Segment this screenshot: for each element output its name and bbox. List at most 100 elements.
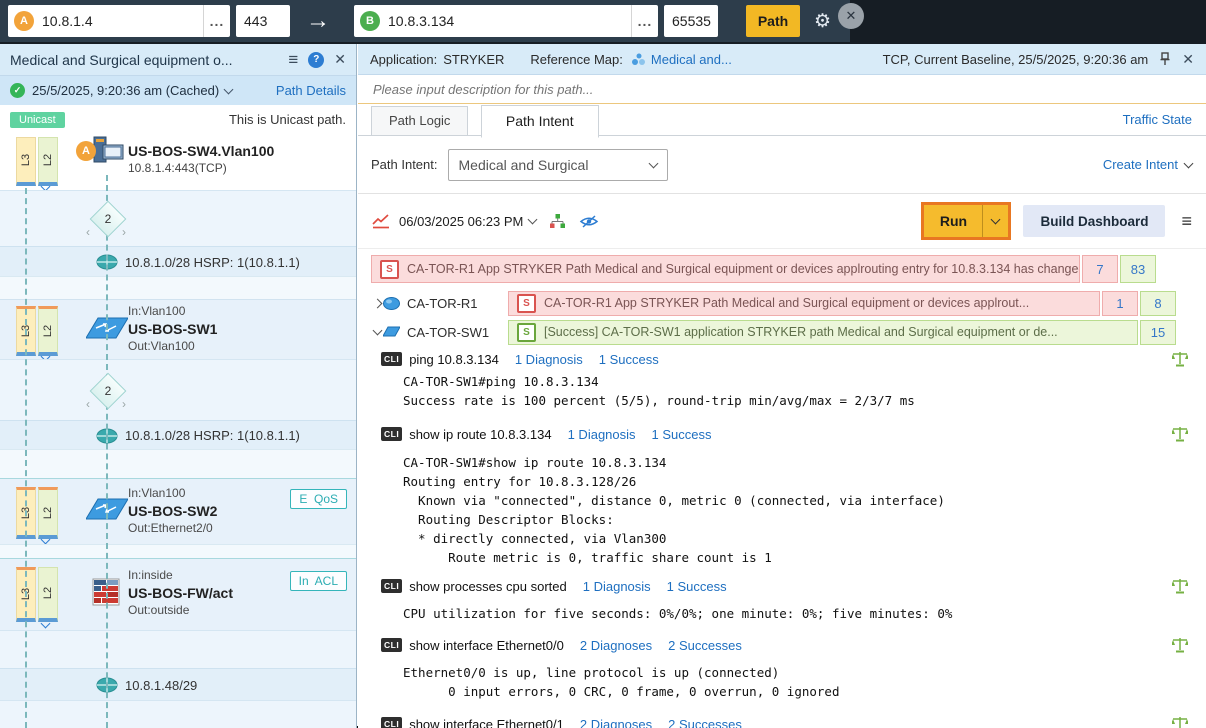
run-dropdown-button[interactable] — [983, 205, 1008, 237]
device-row-1[interactable]: L3 L2 A US-BOS-SW4.Vlan100 10.8.1.4:443(… — [0, 133, 356, 190]
tab-path-intent[interactable]: Path Intent — [481, 105, 599, 138]
compare-scale-icon[interactable] — [1172, 716, 1188, 728]
device-name[interactable]: US-BOS-SW2 — [128, 502, 217, 520]
success-count[interactable]: 83 — [1120, 255, 1156, 283]
description-input[interactable] — [371, 81, 1138, 98]
path-intent-value: Medical and Surgical — [459, 157, 589, 173]
l2-tab[interactable]: L2 — [38, 567, 58, 622]
close-panel-icon[interactable]: ✕ — [1182, 51, 1194, 68]
cli-command-row: CLI ping 10.8.3.134 1 Diagnosis 1 Succes… — [381, 349, 1194, 369]
endpoint-b-input[interactable]: B 10.8.3.134 ... — [354, 5, 658, 37]
path-query-bar: A 10.8.1.4 ... 443 → B 10.8.3.134 ... 65… — [0, 0, 850, 42]
cli-command: show ip route 10.8.3.134 — [409, 427, 551, 442]
unicast-row: Unicast This is Unicast path. — [0, 105, 356, 135]
network-row-2[interactable]: 10.8.1.0/28 HSRP: 1(10.8.1.1) — [0, 420, 356, 450]
l3-tab[interactable]: L3 — [16, 137, 36, 186]
device-tree-row[interactable]: CA-TOR-R1 S CA-TOR-R1 App STRYKER Path M… — [371, 290, 1206, 316]
device-alert-bar[interactable]: S CA-TOR-R1 App STRYKER Path Medical and… — [508, 291, 1176, 316]
cli-command-row: CLI show interface Ethernet0/1 2 Diagnos… — [381, 714, 1194, 728]
port-a-input[interactable]: 443 — [236, 5, 290, 37]
compare-scale-icon[interactable] — [1172, 578, 1188, 594]
eye-hide-icon[interactable] — [579, 214, 599, 229]
l2-tab[interactable]: L2 — [38, 487, 58, 539]
path-line-l3 — [25, 188, 27, 728]
path-line-main — [106, 175, 108, 728]
alert-count[interactable]: 1 — [1102, 291, 1138, 316]
tree-device-name[interactable]: CA-TOR-SW1 — [407, 325, 489, 340]
hierarchy-icon[interactable] — [550, 214, 565, 229]
tab-path-logic[interactable]: Path Logic — [371, 106, 468, 136]
success-link[interactable]: 2 Successes — [668, 717, 742, 728]
device-row-3[interactable]: L3 L2 In:Vlan100 US-BOS-SW2 Out:Ethernet… — [0, 478, 356, 545]
path-timestamp[interactable]: 25/5/2025, 9:20:36 am (Cached) — [32, 83, 219, 98]
diagnosis-link[interactable]: 1 Diagnosis — [583, 579, 651, 594]
l2-tab[interactable]: L2 — [38, 306, 58, 356]
source-a-badge: A — [76, 141, 96, 161]
reference-map-link[interactable]: Medical and... — [651, 52, 732, 67]
device-name[interactable]: US-BOS-SW4.Vlan100 — [128, 142, 274, 160]
endpoint-b-more-button[interactable]: ... — [631, 5, 658, 37]
path-map-panel: Medical and Surgical equipment o... ≡ ? … — [0, 44, 357, 728]
diagnosis-link[interactable]: 1 Diagnosis — [515, 352, 583, 367]
device-row-4[interactable]: L3 L2 In:inside US-BOS-FW/act Out:outsid… — [0, 558, 356, 631]
unicast-badge: Unicast — [10, 112, 65, 128]
device-name[interactable]: US-BOS-FW/act — [128, 584, 233, 602]
menu-icon[interactable]: ≡ — [288, 50, 298, 70]
create-intent-link[interactable]: Create Intent — [1103, 157, 1192, 172]
endpoint-a-input[interactable]: A 10.8.1.4 ... — [8, 5, 230, 37]
path-intent-select[interactable]: Medical and Surgical — [448, 149, 668, 181]
run-button[interactable]: Run — [924, 205, 1008, 237]
endpoint-b-badge: B — [360, 11, 380, 31]
close-query-icon[interactable]: ✕ — [838, 3, 864, 29]
more-menu-icon[interactable]: ≡ — [1181, 211, 1192, 232]
success-link[interactable]: 1 Success — [599, 352, 659, 367]
acl-tag[interactable]: In ACL — [290, 571, 347, 591]
cli-command-row: CLI show processes cpu sorted 1 Diagnosi… — [381, 576, 1194, 596]
endpoint-a-more-button[interactable]: ... — [203, 5, 230, 37]
path-segment — [0, 700, 356, 728]
chevron-down-icon[interactable] — [224, 84, 234, 94]
port-b-input[interactable]: 65535 — [664, 5, 718, 37]
device-name[interactable]: US-BOS-SW1 — [128, 320, 217, 338]
endpoint-a-ip[interactable]: 10.8.1.4 — [42, 13, 203, 29]
network-row-1[interactable]: 10.8.1.0/28 HSRP: 1(10.8.1.1) — [0, 246, 356, 277]
path-button[interactable]: Path — [746, 5, 800, 37]
cli-icon: CLI — [381, 638, 402, 652]
hop-arrow-right-icon: › — [122, 397, 126, 411]
alert-count[interactable]: 7 — [1082, 255, 1118, 283]
endpoint-b-ip[interactable]: 10.8.3.134 — [388, 13, 631, 29]
success-link[interactable]: 1 Success — [652, 427, 712, 442]
result-datetime[interactable]: 06/03/2025 06:23 PM — [399, 214, 523, 229]
success-count[interactable]: 8 — [1140, 291, 1176, 316]
success-count[interactable]: 15 — [1140, 320, 1176, 345]
device-tree-row[interactable]: CA-TOR-SW1 S [Success] CA-TOR-SW1 applic… — [371, 319, 1206, 345]
compare-scale-icon[interactable] — [1172, 637, 1188, 653]
cli-command: show interface Ethernet0/0 — [409, 638, 564, 653]
compare-scale-icon[interactable] — [1172, 351, 1188, 367]
success-link[interactable]: 1 Success — [667, 579, 727, 594]
diagnosis-link[interactable]: 1 Diagnosis — [568, 427, 636, 442]
traffic-state-link[interactable]: Traffic State — [1123, 112, 1192, 127]
alert-summary-bar[interactable]: S CA-TOR-R1 App STRYKER Path Medical and… — [371, 255, 1156, 283]
chart-icon[interactable] — [371, 213, 391, 229]
diagnosis-link[interactable]: 2 Diagnoses — [580, 717, 652, 728]
build-dashboard-button[interactable]: Build Dashboard — [1023, 205, 1165, 237]
compare-scale-icon[interactable] — [1172, 426, 1188, 442]
switch-icon — [383, 326, 400, 338]
chevron-down-icon[interactable] — [528, 215, 538, 225]
close-icon[interactable]: ✕ — [334, 51, 346, 68]
device-success-bar[interactable]: S [Success] CA-TOR-SW1 application STRYK… — [508, 320, 1176, 345]
l2-tab[interactable]: L2 — [38, 137, 58, 186]
help-icon[interactable]: ? — [308, 52, 324, 68]
network-row-3[interactable]: 10.8.1.48/29 — [0, 668, 356, 701]
path-details-link[interactable]: Path Details — [276, 83, 346, 98]
device-row-2[interactable]: L3 L2 In:Vlan100 US-BOS-SW1 Out:Vlan100 — [0, 299, 356, 360]
gear-icon[interactable]: ⚙ — [814, 10, 831, 33]
path-segment — [0, 544, 356, 559]
chevron-down-icon — [1184, 158, 1194, 168]
diagnosis-link[interactable]: 2 Diagnoses — [580, 638, 652, 653]
qos-tag[interactable]: E QoS — [290, 489, 347, 509]
tree-device-name[interactable]: CA-TOR-R1 — [407, 296, 478, 311]
success-link[interactable]: 2 Successes — [668, 638, 742, 653]
pin-icon[interactable] — [1160, 52, 1170, 66]
